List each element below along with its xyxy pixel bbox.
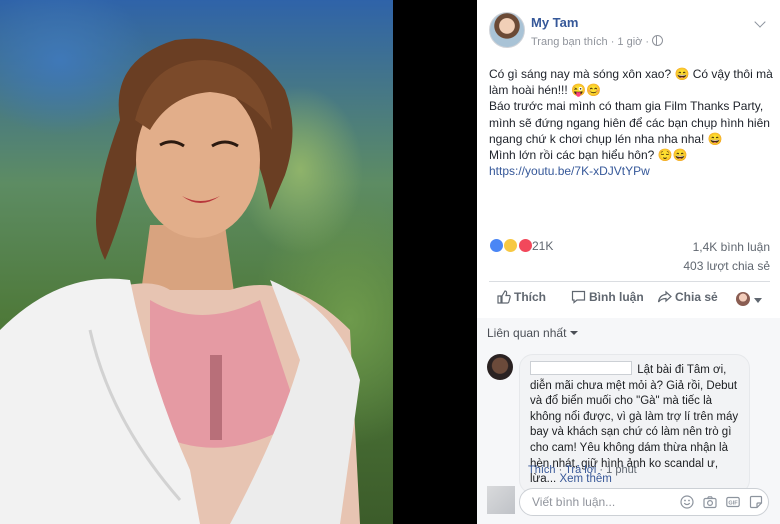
photo-viewer bbox=[0, 0, 477, 524]
post-meta-text: Trang bạn thích · 1 giờ · bbox=[531, 36, 650, 48]
chevron-down-icon[interactable] bbox=[754, 16, 766, 28]
caret-down-icon bbox=[570, 331, 579, 335]
caret-down-icon[interactable] bbox=[754, 298, 762, 303]
svg-text:GIF: GIF bbox=[728, 501, 738, 507]
comment-input[interactable] bbox=[530, 494, 674, 510]
author-name[interactable]: My Tam bbox=[531, 15, 578, 30]
comments-count[interactable]: 1,4K bình luận bbox=[693, 240, 770, 254]
viewer-avatar[interactable] bbox=[736, 292, 750, 306]
comment-time[interactable]: 1 phút bbox=[606, 464, 637, 476]
share-label: Chia sẻ bbox=[675, 290, 718, 304]
post-line: Báo trước mai mình có tham gia Film Than… bbox=[489, 99, 770, 146]
comment-button[interactable]: Bình luận bbox=[571, 290, 644, 304]
reactions-bar: 21K 1,4K bình luận 403 lượt chia sẻ bbox=[489, 236, 770, 276]
comment-actions: Thích · Trả lời · 1 phút bbox=[528, 464, 637, 476]
divider bbox=[489, 281, 770, 282]
love-reaction-icon bbox=[517, 238, 533, 254]
share-icon bbox=[657, 290, 672, 303]
action-bar: Thích Bình luận Chia sẻ bbox=[489, 286, 770, 310]
camera-icon[interactable] bbox=[703, 495, 717, 509]
reactions-count[interactable]: 21K bbox=[532, 239, 553, 253]
commenter-avatar[interactable] bbox=[487, 354, 513, 380]
thumbs-up-icon bbox=[497, 290, 511, 304]
author-avatar[interactable] bbox=[489, 12, 525, 48]
like-label: Thích bbox=[514, 290, 546, 304]
comment-reply-link[interactable]: Trả lời bbox=[565, 464, 596, 476]
comment-sort-dropdown[interactable]: Liên quan nhất bbox=[487, 326, 579, 340]
comment-input-box[interactable]: GIF bbox=[519, 488, 769, 516]
post-body: Có gì sáng nay mà sóng xôn xao? 😄 Có vậy… bbox=[489, 66, 774, 179]
comments-section: Liên quan nhất Lật bài đi Tâm ơi, diễn m… bbox=[477, 318, 780, 524]
post-panel: My Tam Trang bạn thích · 1 giờ · Có gì s… bbox=[477, 0, 780, 524]
redacted-commenter-name bbox=[530, 361, 632, 375]
post-meta: Trang bạn thích · 1 giờ · bbox=[531, 35, 664, 48]
like-reaction-icon bbox=[489, 238, 504, 254]
comment-icon bbox=[571, 290, 586, 304]
shares-count[interactable]: 403 lượt chia sẻ bbox=[683, 259, 770, 273]
post-header: My Tam Trang bạn thích · 1 giờ · bbox=[489, 12, 770, 52]
haha-reaction-icon bbox=[503, 238, 519, 254]
gif-icon[interactable]: GIF bbox=[726, 495, 740, 509]
emoji-icon[interactable] bbox=[680, 495, 694, 509]
post-line: Có gì sáng nay mà sóng xôn xao? 😄 Có vậy… bbox=[489, 67, 773, 98]
person-illustration bbox=[0, 38, 360, 524]
post-link[interactable]: https://youtu.be/7K-xDJVtYPw bbox=[489, 164, 650, 178]
globe-icon bbox=[652, 35, 664, 46]
share-button[interactable]: Chia sẻ bbox=[657, 290, 718, 304]
sticker-icon[interactable] bbox=[749, 495, 763, 509]
comment-label: Bình luận bbox=[589, 290, 644, 304]
current-user-avatar bbox=[487, 486, 515, 514]
like-button[interactable]: Thích bbox=[497, 290, 546, 304]
post-line: Mình lớn rồi các bạn hiểu hôn? 😌😄 bbox=[489, 148, 688, 163]
post-photo[interactable] bbox=[0, 0, 393, 524]
comment-like-link[interactable]: Thích bbox=[528, 464, 556, 476]
reaction-icons[interactable] bbox=[489, 238, 533, 254]
comment-sort-label: Liên quan nhất bbox=[487, 326, 567, 340]
